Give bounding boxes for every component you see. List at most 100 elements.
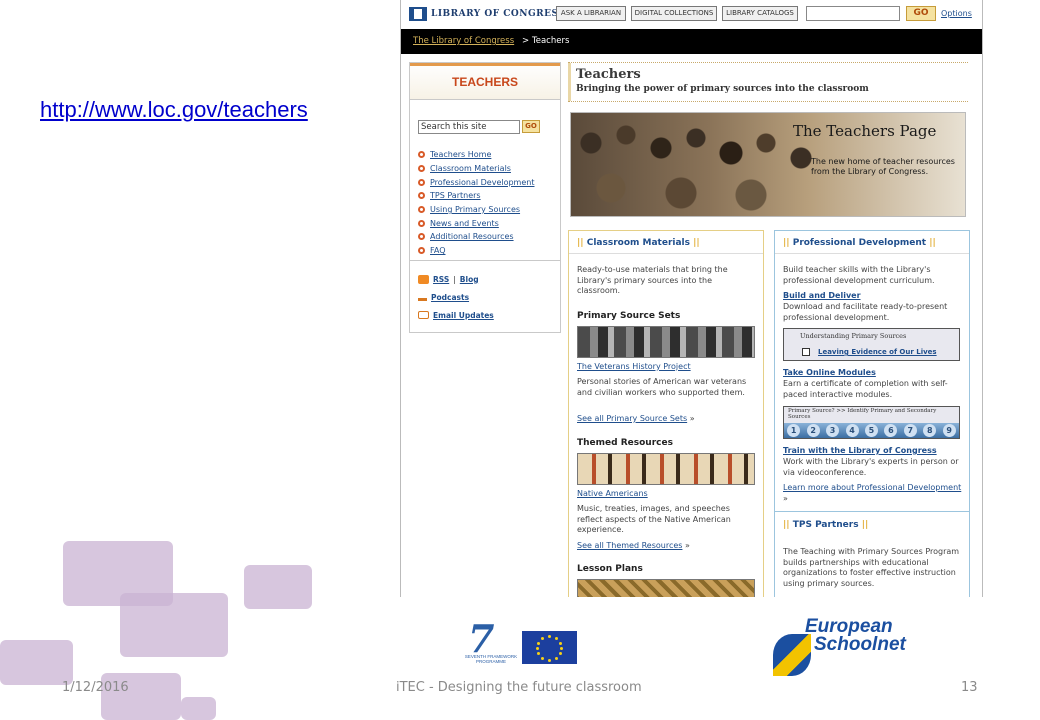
heading-pipes: || xyxy=(929,238,936,248)
module-number: 5 xyxy=(864,424,878,437)
teachers-page-banner[interactable]: The Teachers Page The new home of teache… xyxy=(570,112,966,217)
page-title: Teachers xyxy=(576,67,641,82)
decorative-square xyxy=(181,697,216,720)
build-description: Download and facilitate ready-to-present… xyxy=(783,302,948,322)
see-all-themed-resources-link[interactable]: See all Themed Resources xyxy=(577,541,682,550)
loc-teachers-url-link[interactable]: http://www.loc.gov/teachers xyxy=(40,97,308,123)
veterans-thumbnail[interactable] xyxy=(577,326,755,358)
sidebar-item-faq[interactable]: FAQ xyxy=(418,244,534,258)
classroom-materials-title[interactable]: Classroom Materials xyxy=(587,238,690,248)
lesson-plans-heading: Lesson Plans xyxy=(577,564,643,574)
fp7-caption: SEVENTH FRAMEWORK PROGRAMME xyxy=(464,654,518,664)
thumbnail-title: Understanding Primary Sources xyxy=(800,332,907,340)
learn-more-professional-development-link[interactable]: Learn more about Professional Developmen… xyxy=(783,483,961,492)
native-americans-link[interactable]: Native Americans xyxy=(577,489,648,498)
heading-pipes: || xyxy=(577,238,584,248)
sidebar-go-button[interactable]: GO xyxy=(522,120,540,133)
sidebar-item-classroom-materials[interactable]: Classroom Materials xyxy=(418,162,534,176)
sidebar-item-label[interactable]: Classroom Materials xyxy=(430,164,511,173)
sidebar-item-label[interactable]: TPS Partners xyxy=(430,191,481,200)
loc-logo-text: LIBRARY OF CONGRESS xyxy=(431,9,566,19)
eu-star-icon xyxy=(559,652,562,655)
online-description: Earn a certificate of completion with se… xyxy=(783,379,948,399)
breadcrumb-separator: > xyxy=(522,36,530,46)
eu-star-icon xyxy=(541,637,544,640)
sidebar-item-teachers-home[interactable]: Teachers Home xyxy=(418,148,534,162)
header-search-input[interactable] xyxy=(806,6,900,21)
bullet-icon xyxy=(418,233,425,241)
podcasts-row: Podcasts xyxy=(418,288,494,306)
sidebar-item-label[interactable]: Professional Development xyxy=(430,178,534,187)
native-americans-thumbnail[interactable] xyxy=(577,453,755,485)
tps-partners-description: The Teaching with Primary Sources Progra… xyxy=(783,547,960,588)
sidebar-search-input[interactable]: Search this site xyxy=(418,120,520,134)
see-all-primary-source-sets-link[interactable]: See all Primary Source Sets xyxy=(577,414,687,423)
eu-star-icon xyxy=(537,652,540,655)
library-catalogs-button[interactable]: LIBRARY CATALOGS xyxy=(722,6,798,21)
heading-pipes: || xyxy=(693,238,700,248)
options-link[interactable]: Options xyxy=(941,9,972,18)
eu-flag-logo xyxy=(522,631,577,664)
email-updates-link[interactable]: Email Updates xyxy=(433,311,494,320)
eu-star-icon xyxy=(548,635,551,638)
schoolnet-logo-line2: Schoolnet xyxy=(814,634,906,655)
lesson-plans-thumbnail[interactable] xyxy=(577,579,755,597)
ask-a-librarian-button[interactable]: ASK A LIBRARIAN xyxy=(556,6,626,21)
bullet-icon xyxy=(418,178,425,186)
rss-icon xyxy=(418,274,429,284)
train-with-loc-link[interactable]: Train with the Library of Congress xyxy=(783,446,937,455)
understanding-primary-sources-thumbnail[interactable]: Understanding Primary Sources Leaving Ev… xyxy=(783,328,960,361)
fp7-logo: 7 SEVENTH FRAMEWORK PROGRAMME xyxy=(462,616,520,666)
module-number: 4 xyxy=(845,424,859,437)
heading-accent xyxy=(568,63,571,101)
veterans-history-link[interactable]: The Veterans History Project xyxy=(577,362,691,371)
loc-logo[interactable]: LIBRARY OF CONGRESS xyxy=(409,7,565,21)
sidebar-item-label[interactable]: FAQ xyxy=(430,246,446,255)
sidebar-item-additional-resources[interactable]: Additional Resources xyxy=(418,230,534,244)
build-link-wrap: Build and Deliver xyxy=(783,291,963,302)
teachers-sidebar: TEACHERS Search this site GO Teachers Ho… xyxy=(409,62,561,333)
arrow-icon: » xyxy=(783,493,788,503)
sidebar-item-label[interactable]: Additional Resources xyxy=(430,232,514,241)
banner-title: The Teachers Page xyxy=(793,122,937,140)
podcast-icon xyxy=(418,293,427,301)
breadcrumb-home-link[interactable]: The Library of Congress xyxy=(413,29,514,54)
footer-date: 1/12/2016 xyxy=(62,680,129,695)
see-all-sets-row: See all Primary Source Sets » xyxy=(577,414,757,425)
module-number: 6 xyxy=(884,424,898,437)
tps-partners-title[interactable]: TPS Partners xyxy=(793,520,859,530)
take-online-modules-link[interactable]: Take Online Modules xyxy=(783,368,876,377)
blog-link[interactable]: Blog xyxy=(460,275,479,284)
header-go-button[interactable]: GO xyxy=(906,6,936,21)
sidebar-item-label[interactable]: Teachers Home xyxy=(430,150,491,159)
sidebar-item-professional-development[interactable]: Professional Development xyxy=(418,175,534,189)
sidebar-item-label[interactable]: News and Events xyxy=(430,219,499,228)
train-link-wrap: Train with the Library of Congress xyxy=(783,446,963,457)
tps-partners-heading: || TPS Partners || xyxy=(775,513,969,535)
sidebar-title: TEACHERS xyxy=(410,63,560,100)
classroom-materials-column: || Classroom Materials || Ready-to-use m… xyxy=(568,230,764,597)
schoolnet-swoosh-icon xyxy=(773,634,811,676)
professional-development-title[interactable]: Professional Development xyxy=(793,238,926,248)
loc-teachers-page-screenshot: LIBRARY OF CONGRESS ASK A LIBRARIAN DIGI… xyxy=(400,0,983,597)
module-number: 3 xyxy=(826,424,840,437)
identify-sources-thumbnail[interactable]: Primary Source? >> Identify Primary and … xyxy=(783,406,960,439)
sidebar-item-label[interactable]: Using Primary Sources xyxy=(430,205,520,214)
page-subtitle: Bringing the power of primary sources in… xyxy=(576,84,869,94)
heading-pipes: || xyxy=(783,520,790,530)
podcasts-link[interactable]: Podcasts xyxy=(431,293,469,302)
train-description: Work with the Library's experts in perso… xyxy=(783,457,959,477)
digital-collections-button[interactable]: DIGITAL COLLECTIONS xyxy=(631,6,717,21)
sidebar-item-using-primary-sources[interactable]: Using Primary Sources xyxy=(418,203,534,217)
breadcrumb: The Library of Congress > Teachers xyxy=(401,29,982,54)
sidebar-divider xyxy=(410,260,560,261)
veterans-description: Personal stories of American war veteran… xyxy=(577,377,747,397)
rss-blog-row: RSS | Blog xyxy=(418,270,494,288)
thumbnail-title: Primary Source? >> Identify Primary and … xyxy=(788,408,937,420)
sidebar-item-tps-partners[interactable]: TPS Partners xyxy=(418,189,534,203)
sidebar-nav: Teachers Home Classroom Materials Profes… xyxy=(418,148,534,258)
rss-link[interactable]: RSS xyxy=(433,275,449,284)
bullet-icon xyxy=(418,219,425,227)
build-and-deliver-link[interactable]: Build and Deliver xyxy=(783,291,861,300)
sidebar-item-news-and-events[interactable]: News and Events xyxy=(418,216,534,230)
